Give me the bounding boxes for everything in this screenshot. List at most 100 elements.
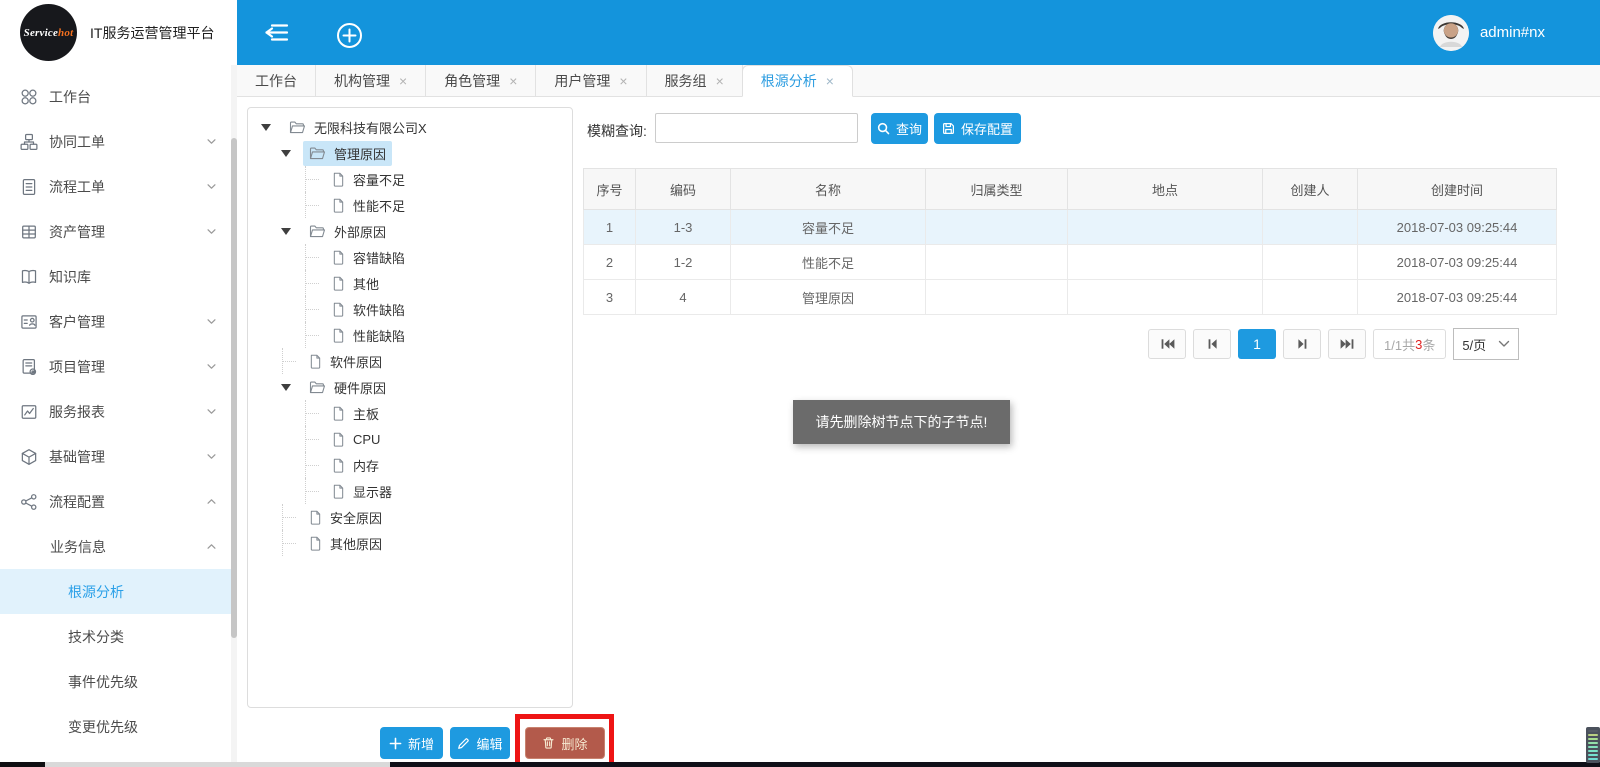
tree-node-box[interactable]: 性能不足 <box>326 193 411 218</box>
tree-node-外部原因[interactable]: 外部原因 <box>248 218 572 244</box>
add-button[interactable]: 新增 <box>380 727 443 759</box>
table-row[interactable]: 11-3容量不足2018-07-03 09:25:44 <box>584 210 1557 245</box>
tab-close-icon[interactable]: × <box>509 74 517 88</box>
tree-node-box[interactable]: 性能缺陷 <box>326 323 411 348</box>
tree-node-box[interactable]: 安全原因 <box>303 505 388 530</box>
tree-node-box[interactable]: 主板 <box>326 401 385 426</box>
column-header-地点[interactable]: 地点 <box>1068 169 1263 210</box>
tree-node-box[interactable]: 外部原因 <box>303 219 392 244</box>
table-row[interactable]: 34管理原因2018-07-03 09:25:44 <box>584 280 1557 315</box>
user-menu[interactable]: admin#nx <box>1433 0 1545 65</box>
sidebar-item-协同工单[interactable]: 协同工单 <box>0 119 237 164</box>
customer-icon <box>20 313 38 331</box>
table-row[interactable]: 21-2性能不足2018-07-03 09:25:44 <box>584 245 1557 280</box>
user-avatar[interactable] <box>1433 15 1469 51</box>
tree-node-无限科技有限公司X[interactable]: 无限科技有限公司X <box>248 114 572 140</box>
current-page-button[interactable]: 1 <box>1238 329 1276 359</box>
sidebar-item-根源分析[interactable]: 根源分析 <box>0 569 237 614</box>
new-plus-icon[interactable] <box>336 22 363 49</box>
tree-node-box[interactable]: 硬件原因 <box>303 375 392 400</box>
tree-node-box[interactable]: 其他原因 <box>303 531 388 556</box>
tree-node-内存[interactable]: 内存 <box>248 452 572 478</box>
tree-node-容量不足[interactable]: 容量不足 <box>248 166 572 192</box>
sidebar-item-label: 基础管理 <box>49 447 105 467</box>
collapse-menu-icon[interactable] <box>263 22 291 43</box>
tree-node-容错缺陷[interactable]: 容错缺陷 <box>248 244 572 270</box>
table-cell: 容量不足 <box>731 210 926 245</box>
table-cell: 管理原因 <box>731 280 926 315</box>
tab-机构管理[interactable]: 机构管理× <box>316 65 426 97</box>
sidebar-item-项目管理[interactable]: 项目管理 <box>0 344 237 389</box>
fuzzy-search-input[interactable] <box>655 113 858 143</box>
tree-node-box[interactable]: 软件原因 <box>303 349 388 374</box>
sidebar-item-业务信息[interactable]: 业务信息 <box>0 524 237 569</box>
query-button[interactable]: 查询 <box>871 113 928 144</box>
tree-connector-line <box>302 296 326 322</box>
tree-node-管理原因[interactable]: 管理原因 <box>248 140 572 166</box>
sidebar-item-知识库[interactable]: 知识库 <box>0 254 237 299</box>
tab-close-icon[interactable]: × <box>716 74 724 88</box>
column-header-序号[interactable]: 序号 <box>584 169 636 210</box>
sidebar-item-基础管理[interactable]: 基础管理 <box>0 434 237 479</box>
tab-close-icon[interactable]: × <box>619 74 627 88</box>
column-header-创建人[interactable]: 创建人 <box>1263 169 1358 210</box>
scroll-indicator-widget[interactable] <box>1586 727 1600 763</box>
sidebar-scrollbar-track[interactable] <box>231 65 237 767</box>
tab-服务组[interactable]: 服务组× <box>647 65 743 97</box>
root-cause-table: 序号编码名称归属类型地点创建人创建时间11-3容量不足2018-07-03 09… <box>583 168 1557 315</box>
tree-caret-down-icon[interactable] <box>279 150 293 157</box>
tree-node-CPU[interactable]: CPU <box>248 426 572 452</box>
edit-button[interactable]: 编辑 <box>450 727 510 759</box>
sidebar-item-服务报表[interactable]: 服务报表 <box>0 389 237 434</box>
tree-node-box[interactable]: 管理原因 <box>303 141 392 166</box>
tree-node-主板[interactable]: 主板 <box>248 400 572 426</box>
tree-node-box[interactable]: 内存 <box>326 453 385 478</box>
sidebar-item-事件优先级[interactable]: 事件优先级 <box>0 659 237 704</box>
page-size-select[interactable]: 5/页 <box>1453 328 1519 360</box>
tree-node-软件原因[interactable]: 软件原因 <box>248 348 572 374</box>
tree-node-软件缺陷[interactable]: 软件缺陷 <box>248 296 572 322</box>
tree-node-box[interactable]: 容错缺陷 <box>326 245 411 270</box>
sidebar-item-流程工单[interactable]: 流程工单 <box>0 164 237 209</box>
tab-根源分析[interactable]: 根源分析× <box>742 65 853 97</box>
sidebar-item-变更优先级[interactable]: 变更优先级 <box>0 704 237 749</box>
tree-node-box[interactable]: 其他 <box>326 271 385 296</box>
table-cell: 2018-07-03 09:25:44 <box>1358 245 1557 280</box>
tree-node-box[interactable]: 无限科技有限公司X <box>283 115 433 140</box>
first-page-button[interactable] <box>1148 329 1186 359</box>
sidebar-item-技术分类[interactable]: 技术分类 <box>0 614 237 659</box>
save-config-button[interactable]: 保存配置 <box>934 113 1021 144</box>
sidebar-scrollbar-thumb[interactable] <box>231 138 237 638</box>
tree-node-box[interactable]: CPU <box>326 429 386 450</box>
tree-node-硬件原因[interactable]: 硬件原因 <box>248 374 572 400</box>
tree-node-box[interactable]: 容量不足 <box>326 167 411 192</box>
sidebar-item-客户管理[interactable]: 客户管理 <box>0 299 237 344</box>
tree-caret-down-icon[interactable] <box>279 384 293 391</box>
column-header-名称[interactable]: 名称 <box>731 169 926 210</box>
column-header-归属类型[interactable]: 归属类型 <box>926 169 1068 210</box>
last-page-button[interactable] <box>1328 329 1366 359</box>
tab-角色管理[interactable]: 角色管理× <box>426 65 536 97</box>
tree-node-box[interactable]: 软件缺陷 <box>326 297 411 322</box>
delete-button[interactable]: 删除 <box>525 727 605 759</box>
tree-node-box[interactable]: 显示器 <box>326 479 398 504</box>
tree-node-显示器[interactable]: 显示器 <box>248 478 572 504</box>
tab-close-icon[interactable]: × <box>399 74 407 88</box>
tree-node-性能缺陷[interactable]: 性能缺陷 <box>248 322 572 348</box>
column-header-创建时间[interactable]: 创建时间 <box>1358 169 1557 210</box>
tree-node-其他原因[interactable]: 其他原因 <box>248 530 572 556</box>
prev-page-button[interactable] <box>1193 329 1231 359</box>
tab-用户管理[interactable]: 用户管理× <box>536 65 646 97</box>
tree-node-其他[interactable]: 其他 <box>248 270 572 296</box>
next-page-button[interactable] <box>1283 329 1321 359</box>
tab-close-icon[interactable]: × <box>826 74 834 88</box>
sidebar-item-资产管理[interactable]: 资产管理 <box>0 209 237 254</box>
tree-node-安全原因[interactable]: 安全原因 <box>248 504 572 530</box>
tree-caret-down-icon[interactable] <box>259 124 273 131</box>
tree-caret-down-icon[interactable] <box>279 228 293 235</box>
tab-工作台[interactable]: 工作台 <box>237 65 316 97</box>
column-header-编码[interactable]: 编码 <box>636 169 731 210</box>
sidebar-item-流程配置[interactable]: 流程配置 <box>0 479 237 524</box>
tree-node-性能不足[interactable]: 性能不足 <box>248 192 572 218</box>
sidebar-item-工作台[interactable]: 工作台 <box>0 74 237 119</box>
